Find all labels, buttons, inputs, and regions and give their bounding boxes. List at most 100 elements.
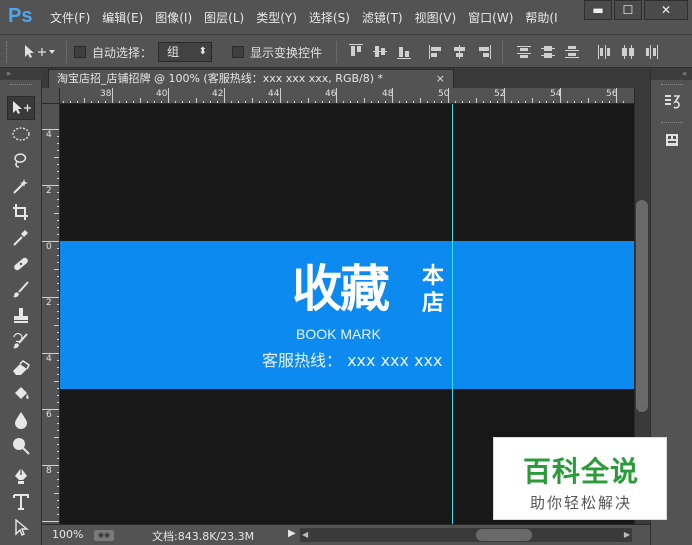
ruler-origin[interactable]	[42, 88, 60, 104]
close-tab-icon[interactable]: ×	[436, 70, 445, 88]
panel-collapse-icon[interactable]: »	[0, 68, 42, 80]
pen-icon	[15, 468, 27, 484]
menu-window[interactable]: 窗口(W)	[468, 9, 513, 26]
zoom-level[interactable]: 100%	[52, 528, 83, 541]
scroll-left-icon[interactable]: ◀	[302, 528, 308, 542]
panel-grip[interactable]	[10, 84, 32, 87]
menu-help[interactable]: 帮助(I	[525, 9, 557, 26]
vertical-scroll-thumb[interactable]	[636, 200, 648, 412]
ruler-label: 4	[46, 130, 52, 140]
crop-icon	[13, 204, 28, 220]
align-vcenter-icon[interactable]	[372, 44, 388, 60]
maximize-button[interactable]: ☐	[614, 0, 642, 20]
show-transform-checkbox[interactable]	[232, 46, 244, 58]
distribute-hcenter-icon[interactable]	[620, 44, 636, 60]
align-left-icon[interactable]	[428, 44, 444, 60]
type-tool[interactable]	[7, 490, 35, 514]
healing-brush-icon	[14, 257, 28, 271]
watermark-subtitle: 助你轻松解决	[529, 494, 632, 512]
menu-filter[interactable]: 滤镜(T)	[362, 9, 403, 26]
chevron-down-icon	[49, 50, 55, 54]
menu-file[interactable]: 文件(F)	[50, 9, 90, 26]
distribute-left-icon[interactable]	[596, 44, 612, 60]
crop-tool[interactable]	[7, 200, 35, 224]
banner-title-side: 本店	[422, 264, 445, 316]
brush-tool[interactable]	[7, 278, 35, 302]
properties-panel-button[interactable]	[660, 130, 684, 150]
menu-type[interactable]: 类型(Y)	[256, 9, 297, 26]
move-tool[interactable]	[7, 96, 35, 120]
eyedropper-tool[interactable]	[7, 226, 35, 250]
menu-select[interactable]: 选择(S)	[309, 9, 350, 26]
healing-brush-tool[interactable]	[7, 252, 35, 276]
watermark-title: 百科全说	[522, 455, 639, 488]
ruler-label: 40	[156, 89, 168, 99]
align-top-icon[interactable]	[348, 44, 364, 60]
align-hcenter-icon[interactable]	[452, 44, 468, 60]
auto-select-target-dropdown[interactable]: 组 ⬍	[158, 42, 212, 62]
menu-image[interactable]: 图像(I)	[155, 9, 192, 26]
magic-wand-icon	[13, 179, 28, 194]
menu-bar: Ps 文件(F) 编辑(E) 图像(I) 图层(L) 类型(Y) 选择(S) 滤…	[0, 0, 692, 34]
horizontal-scroll-thumb[interactable]	[476, 529, 532, 541]
auto-select-checkbox[interactable]	[74, 46, 86, 58]
menu-layer[interactable]: 图层(L)	[204, 9, 244, 26]
marquee-tool[interactable]	[7, 122, 35, 146]
panel-grip[interactable]	[661, 122, 683, 125]
updown-arrow-icon: ⬍	[198, 46, 207, 57]
document-tab-strip: 淘宝店招_店铺招牌 @ 100% (客服热线：xxx xxx xxx, RGB/…	[42, 68, 650, 88]
clone-stamp-icon	[14, 308, 28, 323]
horizontal-scrollbar[interactable]: ◀ ▶	[300, 528, 632, 542]
eraser-tool[interactable]	[7, 356, 35, 380]
distribute-top-icon[interactable]	[516, 44, 532, 60]
watermark-badge: 百科全说 助你轻松解决	[493, 437, 667, 520]
blur-icon	[15, 412, 27, 429]
shop-banner[interactable]: 收藏 本店 BOOK MARK 客服热线： xxx xxx xxx	[60, 241, 634, 389]
distribute-bottom-icon[interactable]	[564, 44, 580, 60]
horizontal-ruler[interactable]: 38 40 42 44 46 48 50 52 54 56	[60, 88, 634, 104]
status-toggle-icon[interactable]: ◉◉	[94, 530, 114, 541]
blur-tool[interactable]	[7, 408, 35, 432]
align-bottom-icon[interactable]	[396, 44, 412, 60]
magic-wand-tool[interactable]	[7, 174, 35, 198]
banner-subtitle: BOOK MARK	[296, 326, 381, 342]
document-info: 文档:843.8K/23.3M	[152, 530, 255, 543]
show-transform-label: 显示变换控件	[250, 46, 323, 60]
menu-view[interactable]: 视图(V)	[415, 9, 457, 26]
pen-tool[interactable]	[7, 464, 35, 488]
panel-expand-icon[interactable]: «	[651, 68, 692, 80]
vertical-guide[interactable]	[452, 104, 453, 524]
tools-panel: »	[0, 68, 42, 545]
history-brush-tool[interactable]	[7, 330, 35, 354]
lasso-tool[interactable]	[7, 148, 35, 172]
menu-edit[interactable]: 编辑(E)	[102, 9, 143, 26]
lasso-icon	[14, 153, 27, 168]
properties-icon	[666, 134, 678, 146]
window-controls: ▬ ☐ ✕	[582, 0, 688, 22]
panel-grip[interactable]	[661, 84, 683, 87]
tool-preset-picker[interactable]	[22, 43, 62, 61]
ruler-ticks	[42, 129, 59, 522]
eraser-icon	[13, 360, 30, 375]
vertical-ruler[interactable]: 4 2 0 2 4 6 8	[42, 104, 60, 524]
paint-bucket-tool[interactable]	[7, 382, 35, 406]
ruler-label: 6	[46, 410, 52, 420]
document-tab[interactable]: 淘宝店招_店铺招牌 @ 100% (客服热线：xxx xxx xxx, RGB/…	[48, 69, 454, 88]
banner-title: 收藏	[292, 260, 390, 318]
auto-select-label: 自动选择：	[92, 46, 153, 60]
status-menu-arrow-icon[interactable]: ▶	[288, 528, 296, 539]
align-right-icon[interactable]	[476, 44, 492, 60]
dodge-tool[interactable]	[7, 434, 35, 458]
distribute-right-icon[interactable]	[644, 44, 660, 60]
path-selection-tool[interactable]	[7, 516, 35, 540]
close-button[interactable]: ✕	[644, 0, 688, 20]
ruler-label: 2	[46, 186, 52, 196]
ruler-label: 50	[438, 89, 450, 99]
scroll-right-icon[interactable]: ▶	[624, 528, 630, 542]
history-panel-button[interactable]	[660, 92, 684, 112]
options-grip[interactable]	[6, 41, 9, 63]
minimize-button[interactable]: ▬	[584, 0, 612, 20]
distribute-vcenter-icon[interactable]	[540, 44, 556, 60]
clone-stamp-tool[interactable]	[7, 304, 35, 328]
dropdown-value: 组	[167, 45, 180, 59]
